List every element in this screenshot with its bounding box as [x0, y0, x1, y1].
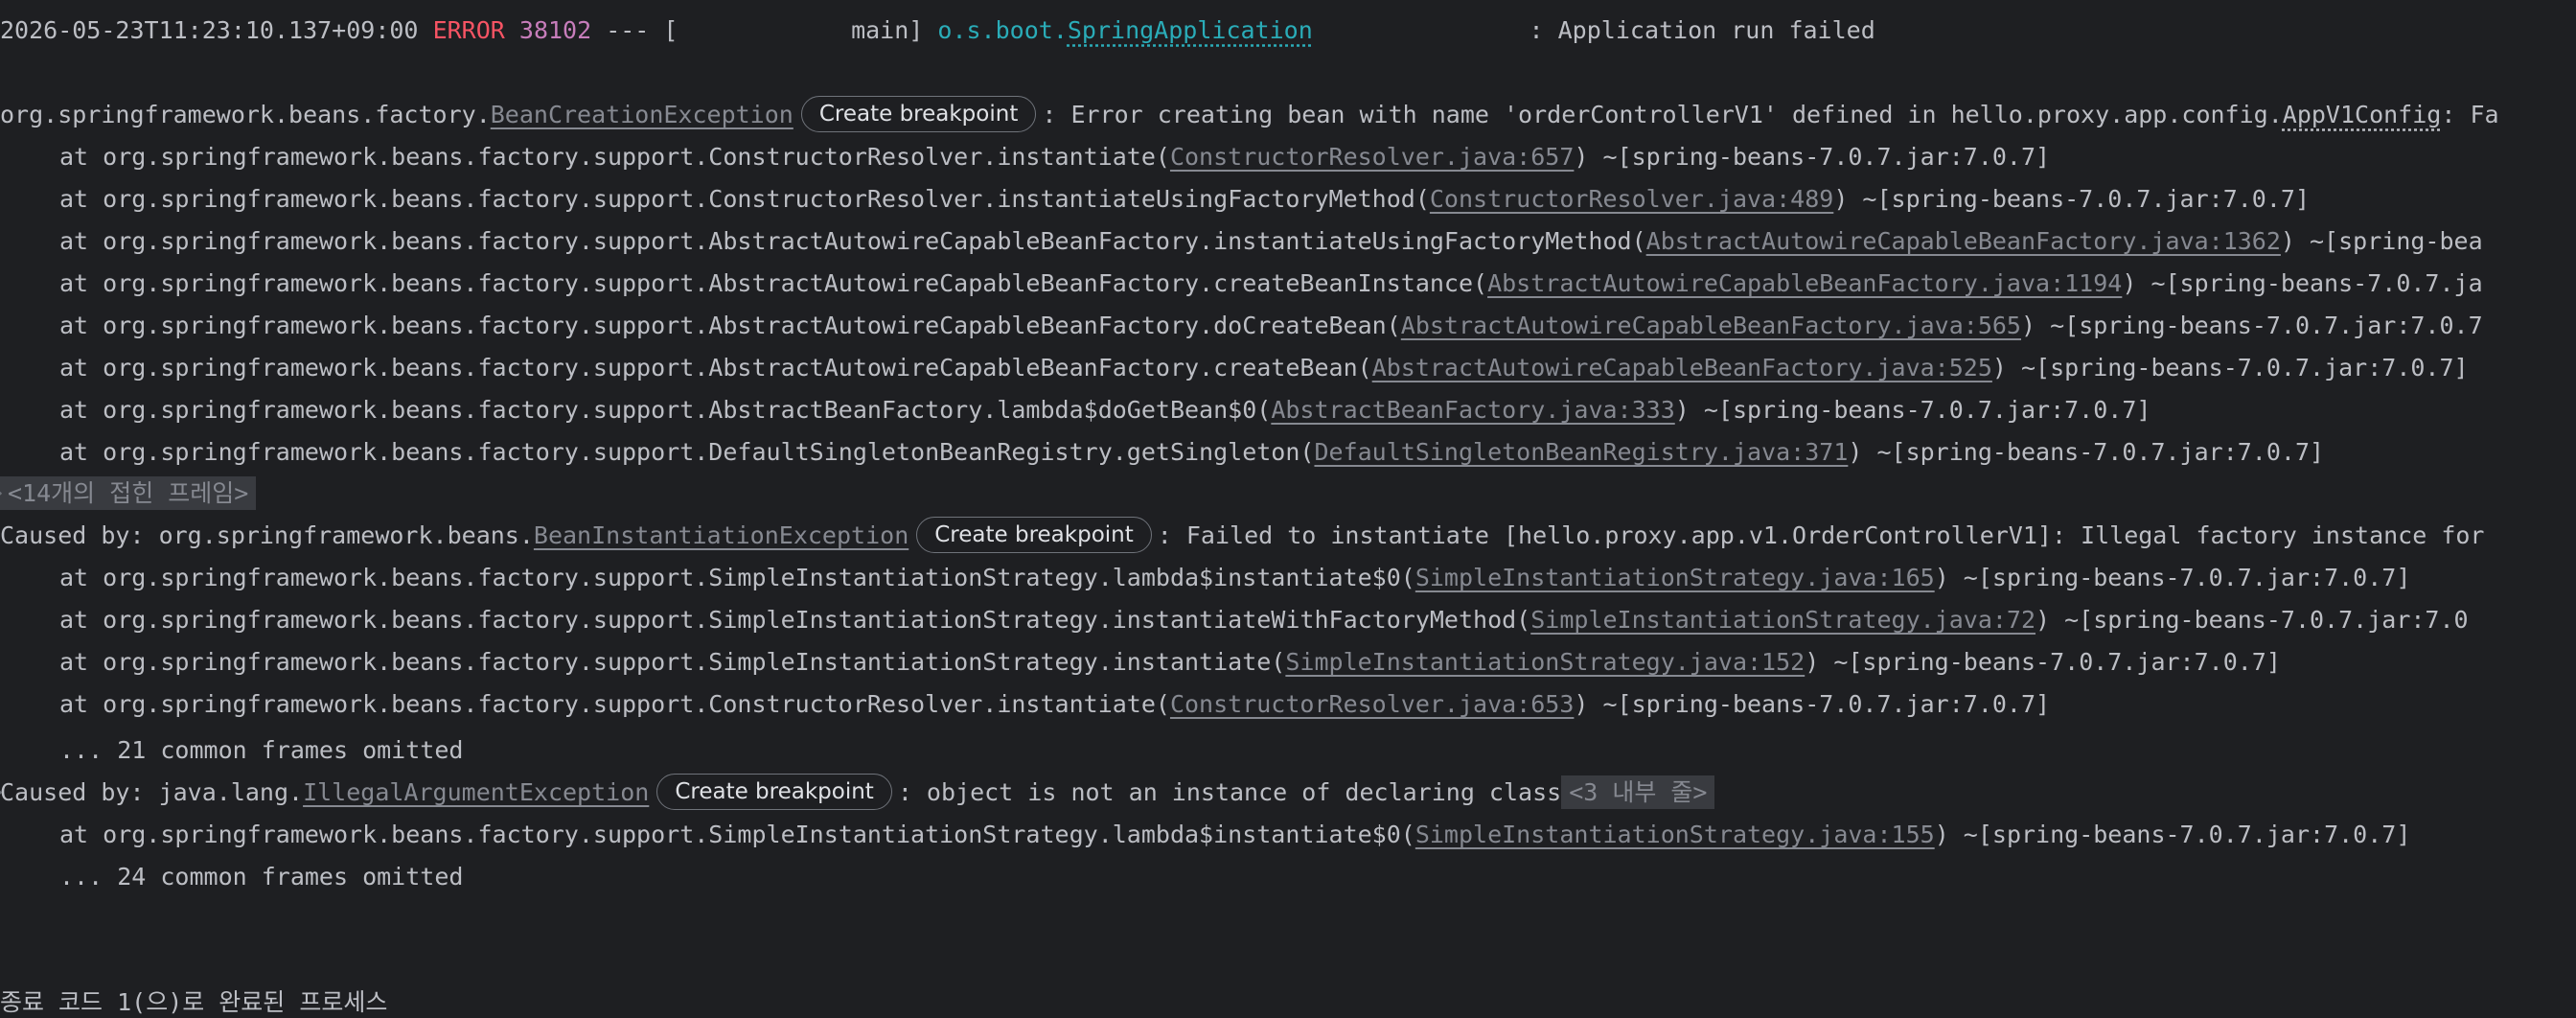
frame-method: at org.springframework.beans.factory.sup…: [59, 690, 1170, 718]
source-file-link[interactable]: ConstructorResolver.java:653: [1170, 690, 1574, 718]
create-breakpoint-button[interactable]: Create breakpoint: [800, 96, 1037, 132]
folded-frames-toggle[interactable]: <14개의 접힌 프레임>: [0, 476, 257, 510]
frame-jar: ) ~[spring-beans-7.0.7.jar:7.0.7]: [1805, 648, 2281, 676]
frame-jar: ) ~[spring-beans-7.0.7.jar:7.0.7]: [1991, 354, 2469, 382]
exception-class-link[interactable]: BeanInstantiationException: [534, 521, 908, 549]
exception-message: : object is not an instance of declaring…: [897, 778, 1562, 806]
frame-jar: ) ~[spring-beans-7.0.7.jar:7.0.7]: [1848, 438, 2325, 466]
stack-frame: at org.springframework.beans.factory.sup…: [0, 178, 2310, 220]
log-pid: 38102: [518, 16, 592, 44]
frame-method: at org.springframework.beans.factory.sup…: [59, 648, 1286, 676]
source-file-link[interactable]: AbstractAutowireCapableBeanFactory.java:…: [1646, 227, 2281, 255]
stack-frame: at org.springframework.beans.factory.sup…: [0, 347, 2469, 389]
create-breakpoint-button[interactable]: Create breakpoint: [916, 517, 1152, 553]
stack-frame: at org.springframework.beans.factory.sup…: [0, 136, 2050, 178]
frame-jar: ) ~[spring-bea: [2280, 227, 2483, 255]
frame-jar: ) ~[spring-beans-7.0.7.jar:7.0.7]: [1833, 185, 2311, 213]
frame-jar: ) ~[spring-beans-7.0.7.jar:7.0: [2036, 606, 2469, 634]
exception-message: : Error creating bean with name 'orderCo…: [1042, 101, 2283, 128]
frame-method: at org.springframework.beans.factory.sup…: [59, 354, 1372, 382]
frame-method: at org.springframework.beans.factory.sup…: [59, 143, 1170, 171]
exception-package: org.springframework.beans.factory.: [0, 101, 491, 128]
log-separator: --- [: [591, 16, 678, 44]
source-file-link[interactable]: SimpleInstantiationStrategy.java:165: [1415, 564, 1935, 591]
stack-frame: at org.springframework.beans.factory.sup…: [0, 305, 2483, 347]
frame-jar: ) ~[spring-beans-7.0.7.jar:7.0.7]: [1934, 821, 2411, 848]
log-thread: main]: [678, 16, 938, 44]
stack-frame: at org.springframework.beans.factory.sup…: [0, 431, 2324, 474]
source-file-link[interactable]: ConstructorResolver.java:489: [1430, 185, 1833, 213]
frame-method: at org.springframework.beans.factory.sup…: [59, 396, 1272, 424]
exception-message: : Failed to instantiate [hello.proxy.app…: [1157, 521, 2485, 549]
stack-frame: at org.springframework.beans.factory.sup…: [0, 263, 2483, 305]
frame-jar: ) ~[spring-beans-7.0.7.ja: [2122, 269, 2483, 297]
create-breakpoint-button[interactable]: Create breakpoint: [656, 774, 892, 810]
source-file-link[interactable]: ConstructorResolver.java:657: [1170, 143, 1574, 171]
stack-frame: at org.springframework.beans.factory.sup…: [0, 814, 2410, 856]
exception-line-1: org.springframework.beans.factory.BeanCr…: [0, 94, 2499, 136]
log-header-line: 2026-05-23T11:23:10.137+09:00 ERROR 3810…: [0, 10, 1875, 52]
frame-method: at org.springframework.beans.factory.sup…: [59, 438, 1315, 466]
frame-jar: ) ~[spring-beans-7.0.7.jar:7.0.7]: [1574, 690, 2051, 718]
frame-method: at org.springframework.beans.factory.sup…: [59, 269, 1488, 297]
frame-jar: ) ~[spring-beans-7.0.7.jar:7.0.7]: [1574, 143, 2051, 171]
exception-line-2: Caused by: org.springframework.beans.Bea…: [0, 515, 2484, 557]
chevron-right-icon[interactable]: ›: [0, 772, 5, 814]
omitted-frames-line: ... 21 common frames omitted: [59, 736, 464, 764]
run-console-output: 2026-05-23T11:23:10.137+09:00 ERROR 3810…: [0, 0, 2576, 1018]
logger-prefix: o.s.boot.: [937, 16, 1068, 44]
exception-line-3: ›Caused by: java.lang.IllegalArgumentExc…: [0, 772, 1715, 814]
source-file-link[interactable]: SimpleInstantiationStrategy.java:72: [1530, 606, 2036, 634]
exception-package: Caused by: java.lang.: [0, 778, 304, 806]
source-file-link[interactable]: DefaultSingletonBeanRegistry.java:371: [1314, 438, 1848, 466]
frame-method: at org.springframework.beans.factory.sup…: [59, 821, 1415, 848]
frame-method: at org.springframework.beans.factory.sup…: [59, 312, 1401, 339]
frame-method: at org.springframework.beans.factory.sup…: [59, 185, 1430, 213]
internal-lines-toggle[interactable]: <3 내부 줄>: [1561, 775, 1715, 809]
source-file-link[interactable]: AbstractBeanFactory.java:333: [1271, 396, 1674, 424]
stack-frame: at org.springframework.beans.factory.sup…: [0, 683, 2050, 726]
frame-jar: ) ~[spring-beans-7.0.7.jar:7.0.7: [2021, 312, 2483, 339]
exception-message-tail: : Fa: [2441, 101, 2499, 128]
frame-jar: ) ~[spring-beans-7.0.7.jar:7.0.7]: [1934, 564, 2411, 591]
stack-frame: at org.springframework.beans.factory.sup…: [0, 641, 2281, 683]
source-file-link[interactable]: AbstractAutowireCapableBeanFactory.java:…: [1401, 312, 2021, 339]
source-file-link[interactable]: AbstractAutowireCapableBeanFactory.java:…: [1372, 354, 1992, 382]
stack-frame: at org.springframework.beans.factory.sup…: [0, 220, 2483, 263]
stack-frame: at org.springframework.beans.factory.sup…: [0, 599, 2469, 641]
source-file-link[interactable]: SimpleInstantiationStrategy.java:155: [1415, 821, 1935, 848]
source-file-link[interactable]: AbstractAutowireCapableBeanFactory.java:…: [1487, 269, 2122, 297]
folded-frames-line[interactable]: ›<14개의 접힌 프레임>: [0, 473, 257, 515]
log-message: : Application run failed: [1529, 16, 1875, 44]
frame-method: at org.springframework.beans.factory.sup…: [59, 227, 1646, 255]
log-level: ERROR: [432, 16, 505, 44]
log-padding: [1313, 16, 1530, 44]
log-timestamp: 2026-05-23T11:23:10.137+09:00: [0, 16, 419, 44]
chevron-right-icon[interactable]: ›: [0, 473, 5, 515]
frame-method: at org.springframework.beans.factory.sup…: [59, 606, 1531, 634]
process-exit-message: 종료 코드 1(으)로 완료된 프로세스: [0, 988, 388, 1016]
frame-method: at org.springframework.beans.factory.sup…: [59, 564, 1415, 591]
stack-frame: at org.springframework.beans.factory.sup…: [0, 557, 2410, 599]
omitted-frames-line: ... 24 common frames omitted: [59, 863, 464, 891]
logger-class-link[interactable]: SpringApplication: [1068, 16, 1313, 44]
exception-class-link[interactable]: BeanCreationException: [491, 101, 794, 128]
source-file-link[interactable]: SimpleInstantiationStrategy.java:152: [1285, 648, 1805, 676]
config-class-link[interactable]: AppV1Config: [2283, 101, 2442, 128]
stack-frame: at org.springframework.beans.factory.sup…: [0, 389, 2150, 431]
exception-package: Caused by: org.springframework.beans.: [0, 521, 534, 549]
exception-class-link[interactable]: IllegalArgumentException: [303, 778, 649, 806]
frame-jar: ) ~[spring-beans-7.0.7.jar:7.0.7]: [1674, 396, 2151, 424]
